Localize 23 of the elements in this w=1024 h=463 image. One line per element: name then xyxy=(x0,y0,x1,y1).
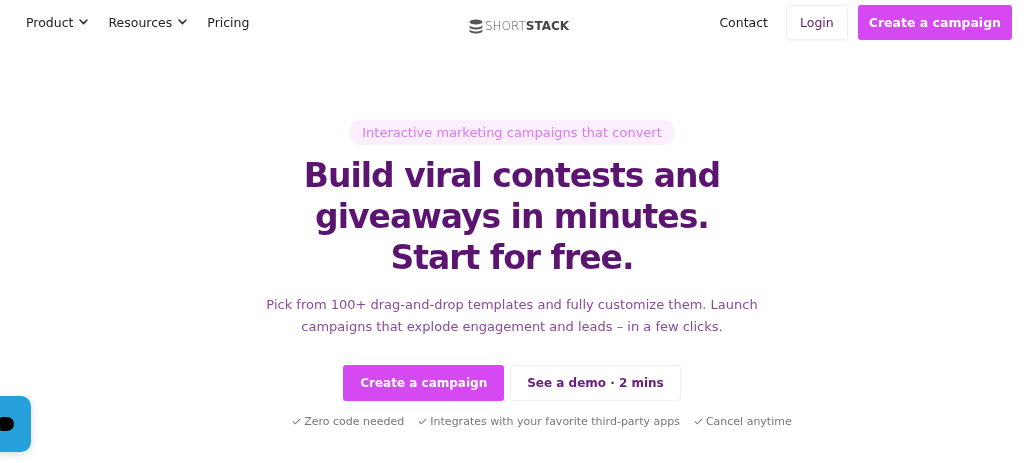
nav-link[interactable]: Resources xyxy=(108,14,188,30)
nav-link[interactable]: Product xyxy=(26,14,89,30)
chevron-down-icon xyxy=(79,19,89,25)
contact-link[interactable]: Contact xyxy=(719,14,769,30)
feature-text: Integrates with your favorite third-party apps xyxy=(430,415,680,428)
stack-logo-icon xyxy=(468,18,483,34)
feature-text: Cancel anytime xyxy=(705,415,792,428)
tagline-badge: Interactive marketing campaigns that convert xyxy=(349,120,675,145)
login-button[interactable]: Login xyxy=(786,4,848,40)
nav-link[interactable]: Pricing xyxy=(207,14,250,30)
check-icon xyxy=(418,418,428,425)
check-icon xyxy=(693,418,703,425)
chat-icon xyxy=(0,417,14,431)
chat-button[interactable] xyxy=(0,396,31,452)
headline: giveaways in minutes. xyxy=(315,196,709,237)
headline: Start for free. xyxy=(390,237,634,278)
logo-wordmark: SHORTSTACK xyxy=(484,19,570,33)
headline: Build viral contests and xyxy=(303,155,721,196)
feature-text: Zero code needed xyxy=(304,415,405,428)
demo-button[interactable]: See a demo · 2 mins xyxy=(510,365,681,401)
chevron-down-icon xyxy=(178,19,188,25)
subtitle: Pick from 100+ drag-and-drop templates and fully customize them. Launch campaigns that explode engagement and leads – in a few clicks. xyxy=(265,296,759,336)
check-icon xyxy=(292,418,302,425)
